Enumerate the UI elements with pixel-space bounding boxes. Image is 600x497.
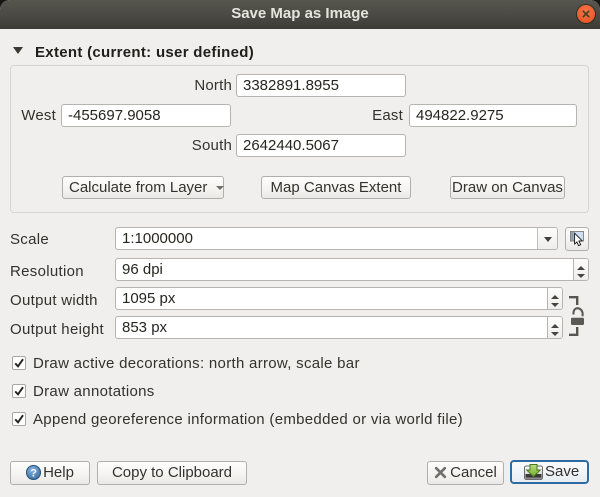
svg-text:?: ? [30, 467, 37, 479]
